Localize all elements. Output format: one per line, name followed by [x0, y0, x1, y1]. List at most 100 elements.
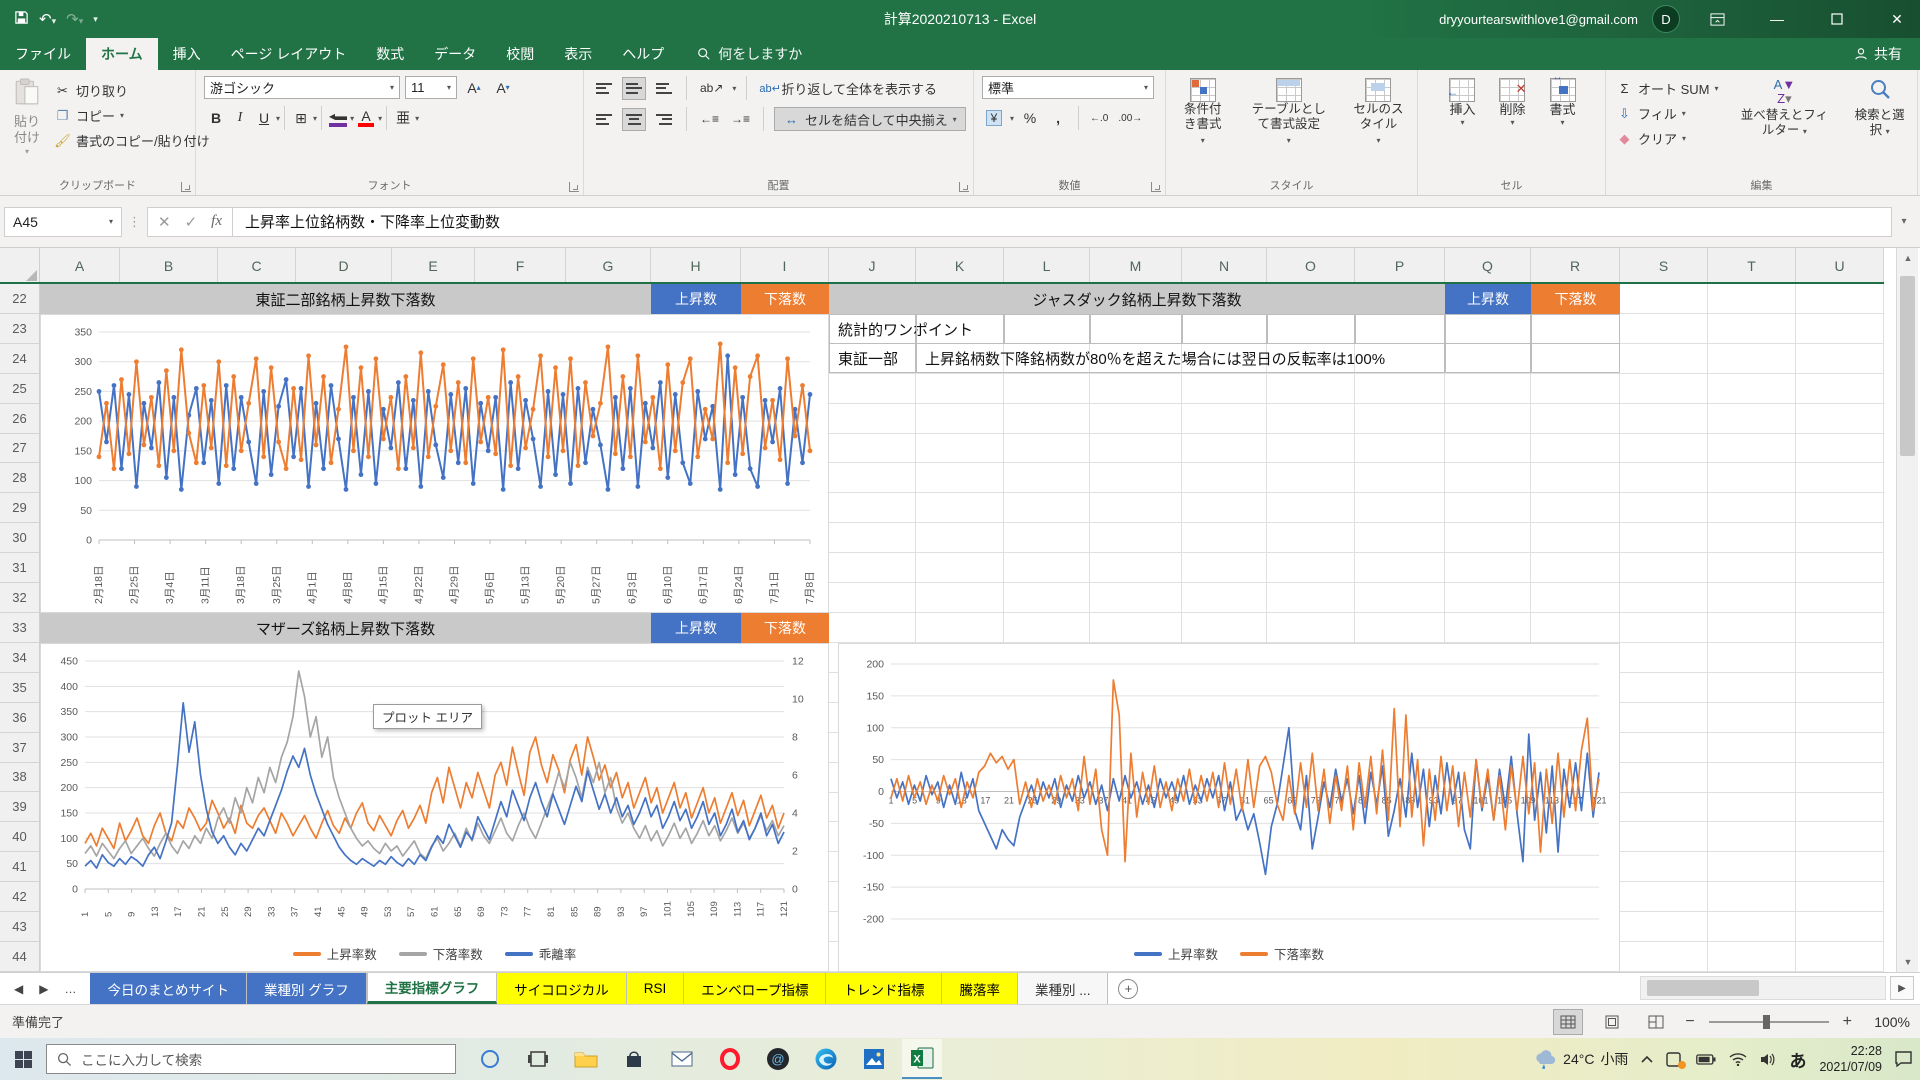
column-header-I[interactable]: I: [741, 248, 829, 284]
font-color-icon[interactable]: A: [354, 107, 378, 130]
paste-button[interactable]: 貼り付け ▾: [8, 76, 46, 159]
legend-item[interactable]: 上昇率数: [293, 944, 377, 963]
save-icon[interactable]: [14, 10, 29, 28]
tosho2-down-button[interactable]: 下落数: [741, 284, 829, 314]
jasdaq-down-button[interactable]: 下落数: [1531, 284, 1620, 314]
format-painter-button[interactable]: 🖌書式のコピー/貼り付け: [52, 130, 212, 151]
font-dialog-launcher[interactable]: [569, 182, 579, 192]
row-header-39[interactable]: 39: [0, 792, 39, 822]
sheet-tab-業種別-...[interactable]: 業種別 ...: [1018, 973, 1109, 1004]
alignment-dialog-launcher[interactable]: [959, 182, 969, 192]
format-cells-button[interactable]: ↔ 書式▾: [1544, 76, 1582, 177]
share-button[interactable]: 共有: [1854, 38, 1920, 70]
tab-file[interactable]: ファイル: [0, 38, 86, 70]
row-header-32[interactable]: 32: [0, 583, 39, 613]
cut-button[interactable]: ✂切り取り: [52, 80, 212, 101]
select-all-corner[interactable]: [0, 248, 40, 284]
sheet-tab-騰落率[interactable]: 騰落率: [942, 973, 1018, 1004]
column-header-T[interactable]: T: [1708, 248, 1796, 284]
sort-filter-button[interactable]: A▼Z▾ 並べ替えとフィルター ▾: [1731, 76, 1839, 149]
sheet-nav-more-icon[interactable]: …: [64, 982, 76, 996]
excel-taskbar-icon[interactable]: X: [902, 1039, 942, 1079]
column-header-M[interactable]: M: [1090, 248, 1182, 284]
row-header-30[interactable]: 30: [0, 523, 39, 553]
page-layout-view-icon[interactable]: [1597, 1009, 1627, 1035]
formula-bar-expand-icon[interactable]: ▾: [1892, 216, 1916, 227]
ime-indicator[interactable]: あ: [1789, 1047, 1806, 1072]
fill-button[interactable]: ⇩フィル▾: [1614, 103, 1721, 124]
format-as-table-button[interactable]: テーブルとして書式設定▾: [1241, 76, 1336, 177]
column-header-P[interactable]: P: [1355, 248, 1445, 284]
row-header-22[interactable]: 22: [0, 284, 39, 314]
row-header-28[interactable]: 28: [0, 463, 39, 493]
tell-me-search[interactable]: 何をしますか: [697, 38, 802, 70]
task-view-icon[interactable]: [518, 1039, 558, 1079]
stats-cell[interactable]: [1531, 343, 1620, 373]
currency-format-icon[interactable]: ¥: [982, 107, 1006, 130]
bold-button[interactable]: B: [204, 107, 228, 130]
weather-widget[interactable]: 24°C 小雨: [1533, 1049, 1628, 1069]
store-icon[interactable]: [614, 1039, 654, 1079]
row-header-25[interactable]: 25: [0, 374, 39, 404]
stats-cell[interactable]: [1445, 314, 1531, 344]
row-header-35[interactable]: 35: [0, 673, 39, 703]
row-header-41[interactable]: 41: [0, 852, 39, 882]
edge-icon[interactable]: [806, 1039, 846, 1079]
ribbon-display-options-icon[interactable]: [1694, 0, 1740, 38]
cortana-icon[interactable]: [470, 1039, 510, 1079]
percent-format-icon[interactable]: %: [1018, 107, 1042, 130]
tab-help[interactable]: ヘルプ: [607, 38, 679, 70]
minimize-button[interactable]: —: [1754, 0, 1800, 38]
row-header-38[interactable]: 38: [0, 763, 39, 793]
legend-item[interactable]: 乖離率: [505, 944, 577, 963]
column-header-S[interactable]: S: [1620, 248, 1708, 284]
fill-color-icon[interactable]: ◂▬: [326, 107, 350, 130]
align-middle-icon[interactable]: [622, 77, 646, 100]
sheet-tab-業種別-グラフ[interactable]: 業種別 グラフ: [247, 973, 367, 1004]
cell-styles-button[interactable]: セルのスタイル▾: [1346, 76, 1411, 177]
scroll-up-icon[interactable]: ▲: [1897, 248, 1919, 268]
page-break-view-icon[interactable]: [1641, 1009, 1671, 1035]
row-header-23[interactable]: 23: [0, 314, 39, 344]
mention-app-icon[interactable]: @: [758, 1039, 798, 1079]
row-header-33[interactable]: 33: [0, 613, 39, 643]
tab-insert[interactable]: 挿入: [158, 38, 216, 70]
chart-jasdaq[interactable]: -200-150-100-500501001502001591317212529…: [838, 643, 1620, 972]
mothers-up-button[interactable]: 上昇数: [651, 613, 741, 643]
tab-formulas[interactable]: 数式: [361, 38, 419, 70]
tab-view[interactable]: 表示: [549, 38, 607, 70]
increase-font-icon[interactable]: A▴: [462, 76, 486, 99]
delete-cells-button[interactable]: ✕ 削除▾: [1493, 76, 1531, 177]
customize-qat-icon[interactable]: ▾: [93, 15, 98, 24]
stats-cell[interactable]: [1355, 314, 1445, 344]
borders-icon[interactable]: ⊞: [289, 107, 313, 130]
align-bottom-icon[interactable]: [652, 77, 676, 100]
column-header-H[interactable]: H: [651, 248, 741, 284]
clock[interactable]: 22:28 2021/07/09: [1819, 1043, 1882, 1076]
copy-button[interactable]: ❐コピー▾: [52, 105, 212, 126]
number-dialog-launcher[interactable]: [1151, 182, 1161, 192]
chart-mothers[interactable]: 0501001502002503003504004500246810121591…: [40, 643, 829, 972]
column-header-G[interactable]: G: [566, 248, 651, 284]
column-header-O[interactable]: O: [1267, 248, 1355, 284]
close-button[interactable]: ✕: [1874, 0, 1920, 38]
decrease-indent-icon[interactable]: ←≡: [697, 108, 722, 131]
column-header-L[interactable]: L: [1004, 248, 1090, 284]
conditional-formatting-button[interactable]: 条件付き書式▾: [1174, 76, 1231, 177]
phonetic-guide-icon[interactable]: 亜: [391, 107, 415, 130]
legend-item[interactable]: 下落率数: [399, 944, 483, 963]
clear-button[interactable]: ◆クリア▾: [1614, 128, 1721, 149]
column-header-K[interactable]: K: [916, 248, 1004, 284]
mothers-down-button[interactable]: 下落数: [741, 613, 829, 643]
redo-icon[interactable]: ↷▾: [66, 12, 83, 27]
zoom-slider-thumb[interactable]: [1763, 1015, 1770, 1029]
action-center-icon[interactable]: [1895, 1051, 1912, 1067]
stats-cell[interactable]: [1090, 314, 1182, 344]
tab-home[interactable]: ホーム: [86, 38, 158, 70]
sheet-tab-主要指標グラフ[interactable]: 主要指標グラフ: [367, 973, 498, 1004]
stats-cell[interactable]: [1004, 314, 1090, 344]
formula-input[interactable]: 上昇率上位銘柄数・下降率上位変動数: [233, 207, 1892, 237]
row-header-26[interactable]: 26: [0, 404, 39, 434]
stats-cell[interactable]: [1445, 343, 1531, 373]
row-header-24[interactable]: 24: [0, 344, 39, 374]
